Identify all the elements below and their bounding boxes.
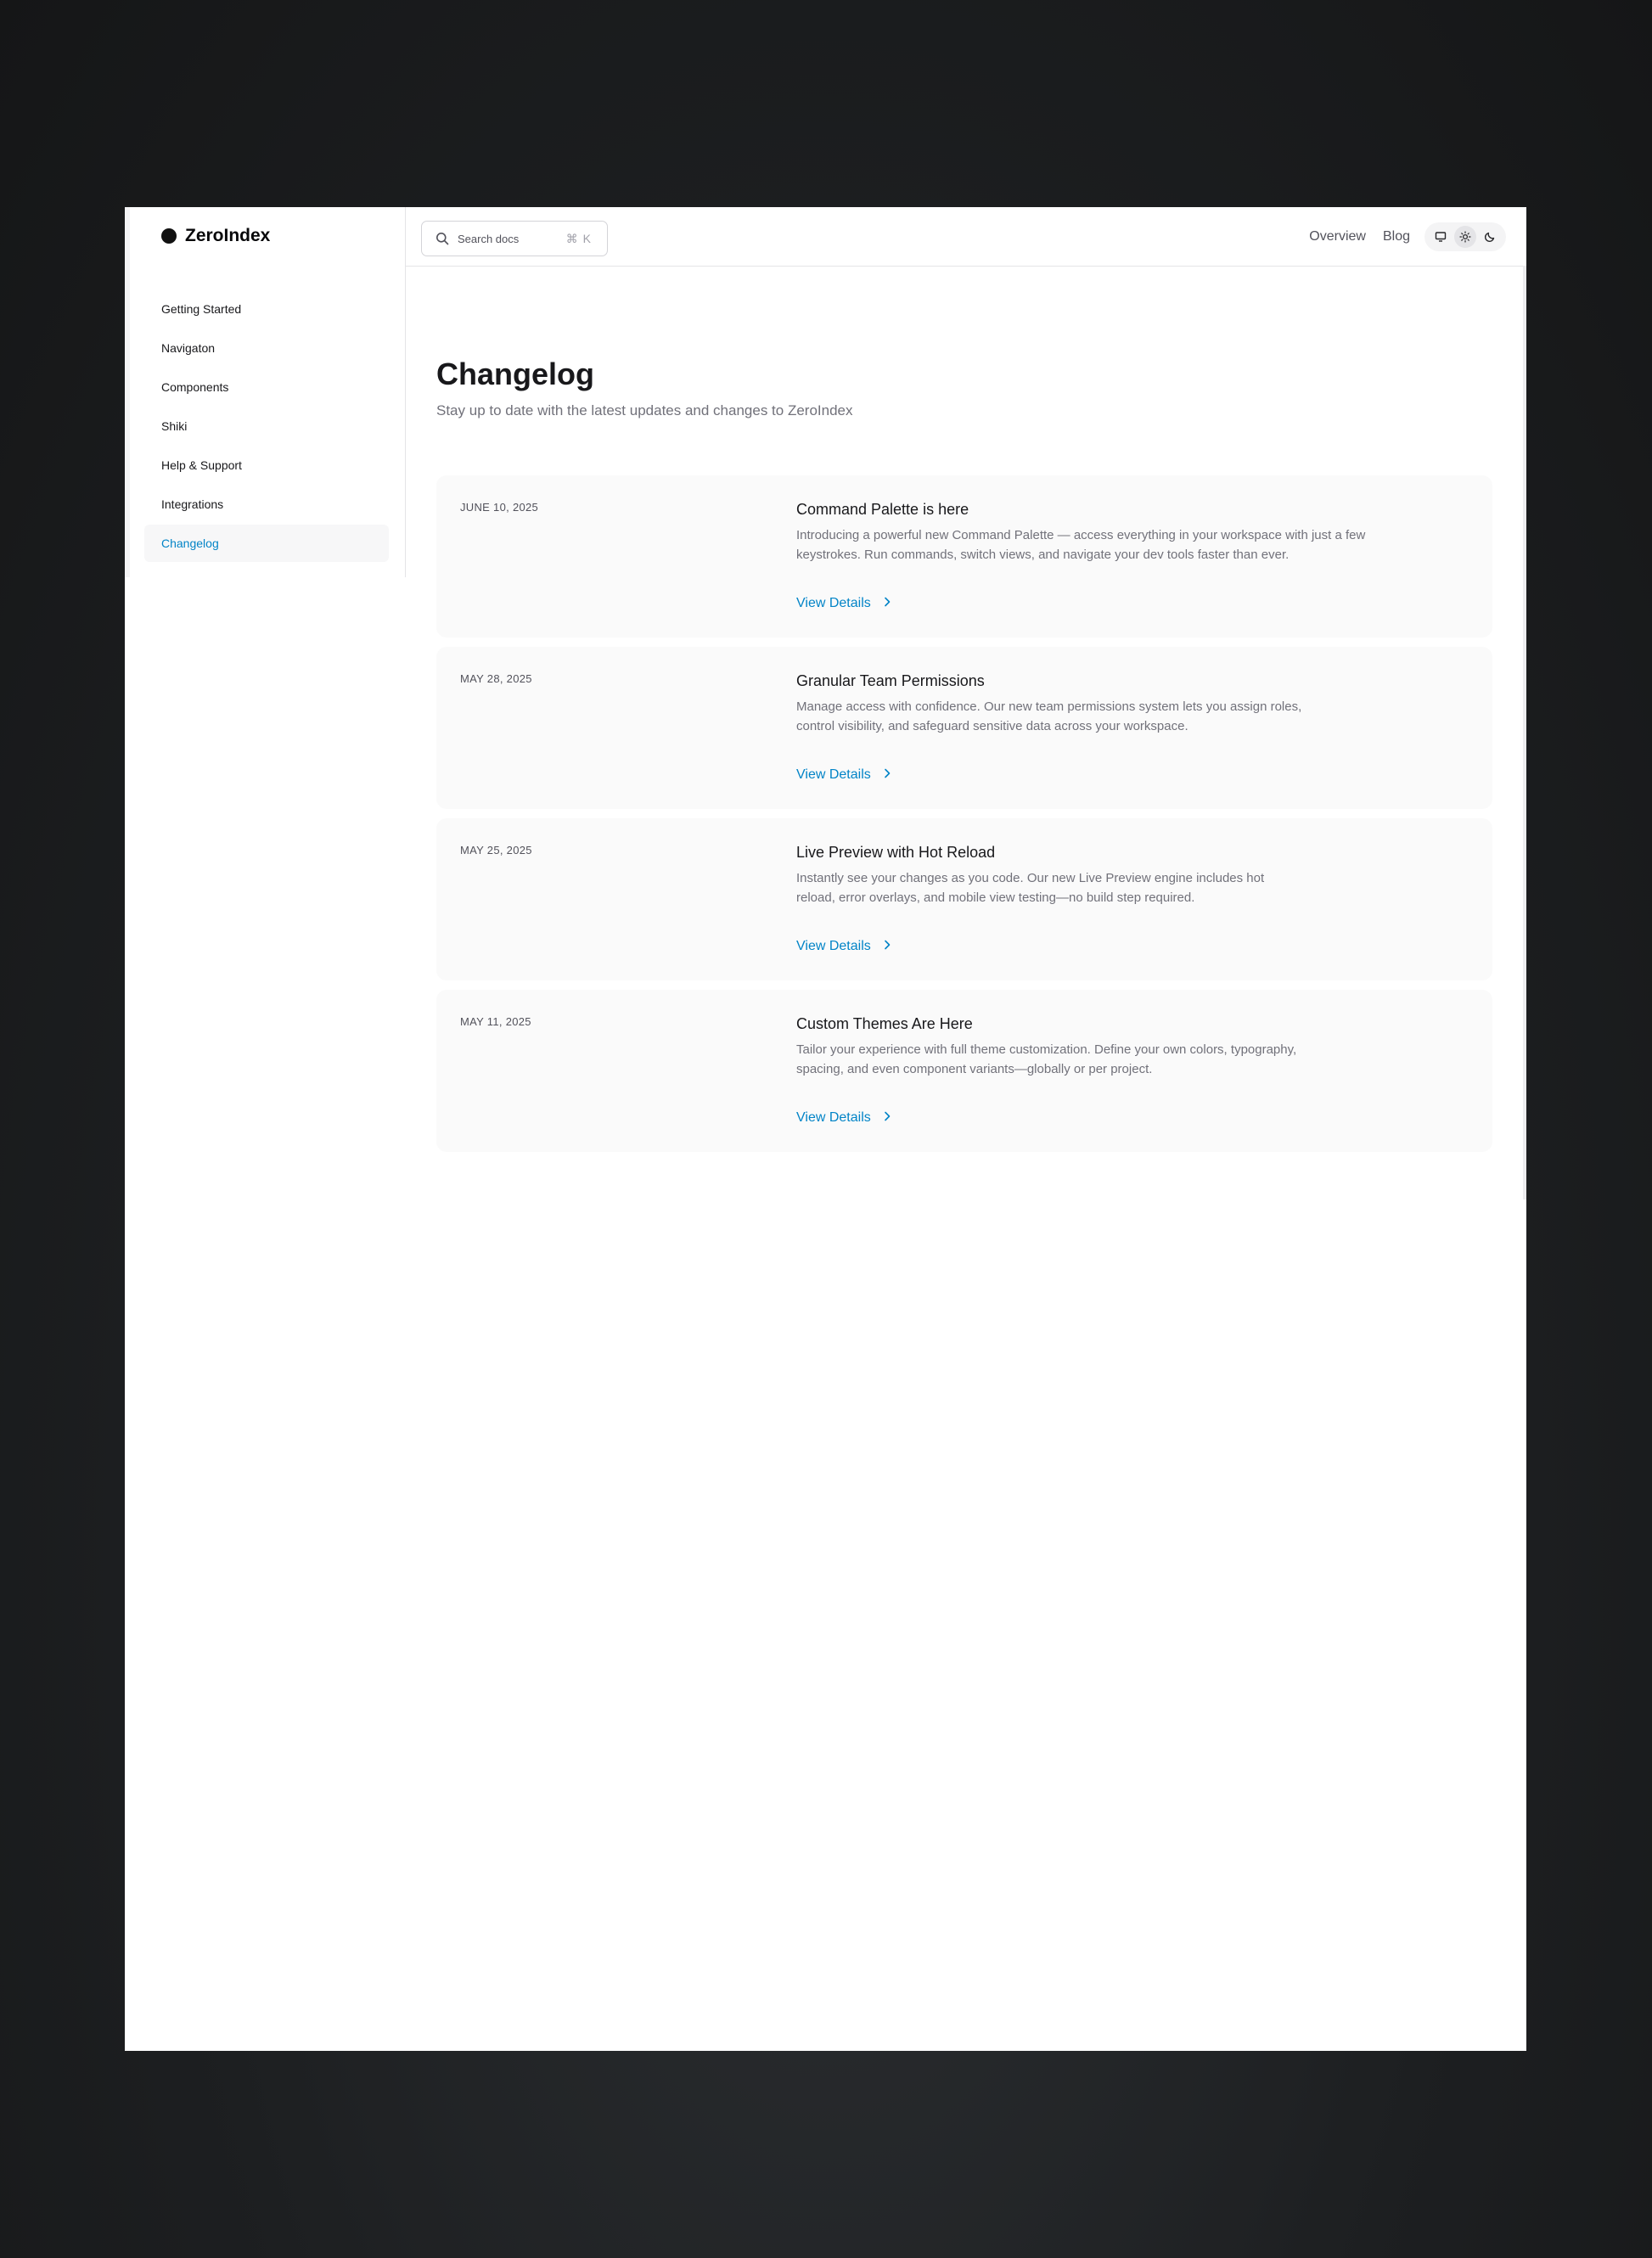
- view-details-label: View Details: [796, 939, 871, 953]
- page-subtitle: Stay up to date with the latest updates …: [436, 402, 853, 418]
- entry-date: MAY 11, 2025: [460, 1015, 531, 1028]
- sidebar-item-shiki[interactable]: Shiki: [144, 407, 389, 445]
- search-input[interactable]: Search docs ⌘ K: [421, 221, 608, 256]
- chevron-right-icon: [883, 939, 891, 954]
- entry-title: Live Preview with Hot Reload: [796, 844, 996, 861]
- sidebar-item-components[interactable]: Components: [144, 368, 389, 406]
- entry-title: Command Palette is here: [796, 501, 969, 518]
- entry-description: Tailor your experience with full theme c…: [796, 1042, 1297, 1076]
- view-details-label: View Details: [796, 1110, 871, 1125]
- changelog-entry: MAY 25, 2025 Live Preview with Hot Reloa…: [436, 818, 1492, 980]
- search-icon: [435, 232, 449, 245]
- search-shortcut: ⌘ K: [565, 231, 592, 245]
- sidebar-item-getting-started[interactable]: Getting Started: [144, 290, 389, 328]
- sidebar-nav: Getting Started Navigaton Components Shi…: [144, 290, 389, 577]
- sidebar-item-changelog[interactable]: Changelog: [144, 525, 389, 562]
- sun-icon[interactable]: [1453, 226, 1476, 248]
- brand[interactable]: ZeroIndex: [161, 226, 270, 246]
- entry-title: Granular Team Permissions: [796, 672, 985, 689]
- blog-link[interactable]: Blog: [1383, 229, 1410, 244]
- sidebar-item-licensing[interactable]: Licensing: [144, 564, 389, 577]
- chevron-right-icon: [883, 596, 891, 611]
- monitor-icon[interactable]: [1430, 226, 1452, 248]
- view-details-label: View Details: [796, 596, 871, 610]
- main-content: Changelog Stay up to date with the lates…: [436, 357, 1492, 1152]
- view-details-link[interactable]: View Details: [796, 1110, 891, 1126]
- view-details-link[interactable]: View Details: [796, 596, 891, 611]
- header-links: Overview Blog: [1309, 207, 1410, 266]
- sidebar-item-navigation[interactable]: Navigaton: [144, 329, 389, 367]
- search-placeholder: Search docs: [458, 232, 520, 245]
- scrollbar[interactable]: [1523, 266, 1526, 1199]
- changelog-entry: JUNE 10, 2025 Command Palette is here In…: [436, 475, 1492, 638]
- view-details-label: View Details: [796, 767, 871, 782]
- app-window: ZeroIndex Getting Started Navigaton Comp…: [125, 207, 1526, 2051]
- entry-description: Introducing a powerful new Command Palet…: [796, 528, 1366, 562]
- entry-date: MAY 25, 2025: [460, 844, 532, 857]
- entry-description: Instantly see your changes as you code. …: [796, 871, 1265, 905]
- sidebar-item-help-support[interactable]: Help & Support: [144, 447, 389, 484]
- entry-description: Manage access with confidence. Our new t…: [796, 699, 1302, 733]
- chevron-right-icon: [883, 1110, 891, 1126]
- entry-date: MAY 28, 2025: [460, 672, 532, 685]
- sidebar: ZeroIndex Getting Started Navigaton Comp…: [130, 207, 406, 577]
- sidebar-item-integrations[interactable]: Integrations: [144, 486, 389, 523]
- moon-icon[interactable]: [1479, 226, 1501, 248]
- top-bar: Search docs ⌘ K Overview Blog: [406, 207, 1523, 267]
- view-details-link[interactable]: View Details: [796, 939, 891, 954]
- chevron-right-icon: [883, 767, 891, 783]
- theme-toggle: [1424, 222, 1506, 251]
- overview-link[interactable]: Overview: [1309, 229, 1366, 244]
- entry-date: JUNE 10, 2025: [460, 501, 539, 514]
- logo-icon: [161, 228, 177, 244]
- entry-title: Custom Themes Are Here: [796, 1015, 973, 1032]
- changelog-list: JUNE 10, 2025 Command Palette is here In…: [436, 475, 1492, 1161]
- changelog-entry: MAY 11, 2025 Custom Themes Are Here Tail…: [436, 990, 1492, 1152]
- page-title: Changelog: [436, 357, 594, 391]
- view-details-link[interactable]: View Details: [796, 767, 891, 783]
- changelog-entry: MAY 28, 2025 Granular Team Permissions M…: [436, 647, 1492, 809]
- brand-name: ZeroIndex: [185, 226, 271, 245]
